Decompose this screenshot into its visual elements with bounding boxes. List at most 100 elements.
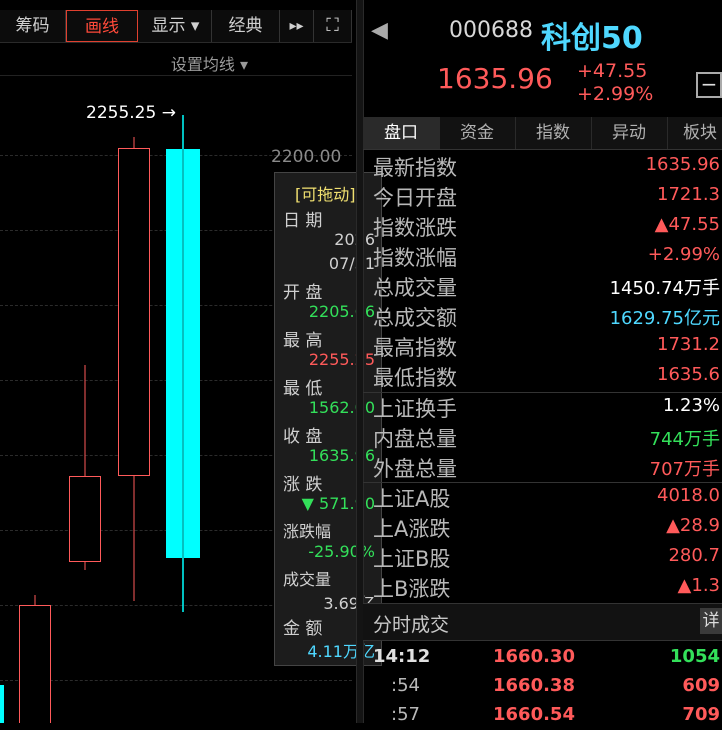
tab-index[interactable]: 指数 <box>515 117 592 149</box>
minus-icon[interactable]: − <box>696 72 722 98</box>
stat-label: 上证A股 <box>373 487 451 511</box>
tab-order-book[interactable]: 盘口 <box>363 117 440 149</box>
stat-value: ▲47.55 <box>654 214 720 235</box>
stat-row: 外盘总量 707万手 <box>363 451 722 481</box>
stat-row: 指数涨跌 ▲47.55 <box>363 210 722 240</box>
quote-panel: ◀ 000688 科创50 1635.96 +47.55 +2.99% − 盘口… <box>363 0 722 725</box>
stat-row: 总成交量 1450.74万手 <box>363 270 722 300</box>
stat-row: 内盘总量 744万手 <box>363 421 722 451</box>
candle-1 <box>19 595 51 723</box>
display-dropdown[interactable]: 显示 ▾ <box>140 10 212 42</box>
tick-row: :54 1660.38 609 <box>363 671 722 701</box>
close-label: 收 盘 <box>283 427 323 447</box>
back-icon[interactable]: ◀ <box>371 18 388 43</box>
last-price: 1635.96 <box>437 62 553 95</box>
stat-row: 上证B股 280.7 <box>363 541 722 571</box>
tick-time: :57 <box>391 704 420 725</box>
stat-label: 外盘总量 <box>373 457 457 481</box>
stat-value: 1721.3 <box>657 184 720 205</box>
high-marker: 2255.25 → <box>86 103 176 123</box>
stat-row: 最新指数 1635.96 <box>363 150 722 180</box>
drag-handle[interactable]: [可拖动] <box>295 181 356 205</box>
stat-label: 总成交量 <box>373 276 457 300</box>
chart-toolbar: 筹码 画线 显示 ▾ 经典 ▸▸ ⛶ <box>0 10 352 43</box>
stat-row: 总成交额 1629.75亿元 <box>363 300 722 330</box>
stat-label: 指数涨幅 <box>373 246 457 270</box>
fullscreen-icon[interactable]: ⛶ <box>314 10 352 42</box>
date-label: 日 期 <box>283 211 323 231</box>
chart-subbar: 设置均线 ▾ <box>0 45 352 76</box>
tab-funds[interactable]: 资金 <box>439 117 516 149</box>
open-label: 开 盘 <box>283 283 323 303</box>
chips-button[interactable]: 筹码 <box>0 10 66 42</box>
ticks-detail-button[interactable]: 详 <box>700 608 722 634</box>
ticks-title: 分时成交 <box>373 614 450 636</box>
tab-anomaly[interactable]: 异动 <box>591 117 668 149</box>
stat-label: 最高指数 <box>373 336 457 360</box>
amount-label: 金 额 <box>283 619 323 639</box>
stat-row: 最高指数 1731.2 <box>363 330 722 360</box>
tick-row: :57 1660.54 709 <box>363 700 722 730</box>
stat-label: 指数涨跌 <box>373 216 457 240</box>
tick-time: :54 <box>391 675 420 696</box>
quote-tabs: 盘口 资金 指数 异动 板块 <box>363 117 722 150</box>
change-label: 涨 跌 <box>283 475 323 495</box>
stat-value: 1635.6 <box>657 364 720 385</box>
tab-sector[interactable]: 板块 <box>667 117 722 149</box>
tick-volume: 1054 <box>669 646 720 667</box>
price-change-pct: +2.99% <box>577 83 654 105</box>
stat-value: 1629.75亿元 <box>609 308 720 329</box>
stat-label: 上A涨跌 <box>373 517 451 541</box>
ma-setting-button[interactable]: 设置均线 ▾ <box>171 51 248 75</box>
change-pct-label: 涨跌幅 <box>283 522 332 541</box>
candle-4 <box>166 115 200 612</box>
tick-price: 1660.38 <box>493 675 575 696</box>
low-label: 最 低 <box>283 379 323 399</box>
stat-value: ▲28.9 <box>666 515 720 536</box>
stat-value: 280.7 <box>668 545 720 566</box>
stat-row: 上B涨跌 ▲1.3 <box>363 571 722 601</box>
candle-2 <box>69 365 101 570</box>
stat-row: 指数涨幅 +2.99% <box>363 240 722 270</box>
tick-volume: 609 <box>682 675 720 696</box>
price-change: +47.55 <box>577 60 648 82</box>
volume-label: 成交量 <box>283 570 332 589</box>
price-axis-label: 2200.00 <box>271 147 342 167</box>
stat-value: 1731.2 <box>657 334 720 355</box>
stat-row: 最低指数 1635.6 <box>363 360 722 390</box>
forward-icon[interactable]: ▸▸ <box>280 10 314 42</box>
stat-value: +2.99% <box>647 244 720 265</box>
stat-label: 最低指数 <box>373 366 457 390</box>
candle-3 <box>118 137 150 601</box>
tick-volume: 709 <box>682 704 720 725</box>
draw-line-button[interactable]: 画线 <box>66 10 138 42</box>
stat-value: 4018.0 <box>657 485 720 506</box>
tick-time: 14:12 <box>373 646 431 667</box>
stat-label: 上B涨跌 <box>373 577 451 601</box>
edge-bar <box>0 685 4 723</box>
stat-value: 707万手 <box>649 459 720 480</box>
stat-label: 内盘总量 <box>373 427 457 451</box>
ticks-header: 分时成交 详 <box>363 603 722 641</box>
stat-value: 1635.96 <box>645 154 720 175</box>
tick-row: 14:12 1660.30 1054 <box>363 642 722 672</box>
stat-label: 最新指数 <box>373 156 457 180</box>
stock-name: 科创50 <box>541 21 643 56</box>
stat-label: 总成交额 <box>373 306 457 330</box>
stat-label: 上证B股 <box>373 547 451 571</box>
classic-button[interactable]: 经典 <box>212 10 280 42</box>
stat-label: 上证换手 <box>373 397 457 421</box>
stat-value: 1450.74万手 <box>609 278 720 299</box>
stock-code: 000688 <box>449 18 533 43</box>
stat-value: ▲1.3 <box>677 575 720 596</box>
tick-price: 1660.30 <box>493 646 575 667</box>
stat-row: 今日开盘 1721.3 <box>363 180 722 210</box>
stat-value: 744万手 <box>649 429 720 450</box>
stat-row: 上证A股 4018.0 <box>363 481 722 511</box>
stat-label: 今日开盘 <box>373 186 457 210</box>
stat-row: 上A涨跌 ▲28.9 <box>363 511 722 541</box>
tick-price: 1660.54 <box>493 704 575 725</box>
high-label: 最 高 <box>283 331 323 351</box>
stat-value: 1.23% <box>662 395 720 416</box>
stat-row: 上证换手 1.23% <box>363 391 722 421</box>
